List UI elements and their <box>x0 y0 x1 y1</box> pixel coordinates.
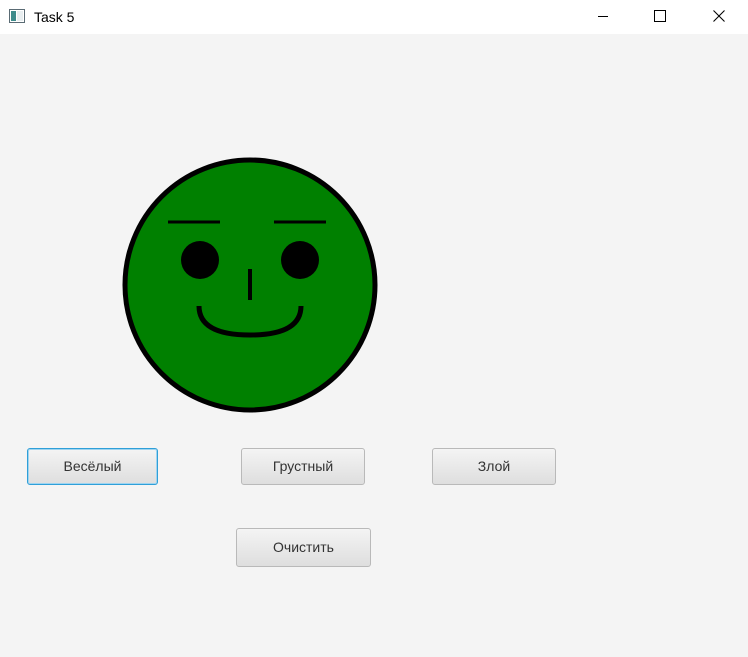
happy-button[interactable]: Весёлый <box>27 448 158 485</box>
app-window: Task 5 Весёлый Грустный Злой Очистить <box>0 0 748 657</box>
close-button[interactable] <box>696 0 742 32</box>
clear-button[interactable]: Очистить <box>236 528 371 567</box>
minimize-icon <box>598 16 608 17</box>
sad-button[interactable]: Грустный <box>241 448 365 485</box>
left-eye <box>181 241 219 279</box>
minimize-button[interactable] <box>580 0 626 32</box>
right-eye <box>281 241 319 279</box>
maximize-icon <box>654 10 666 22</box>
maximize-button[interactable] <box>637 0 683 32</box>
app-icon <box>9 9 25 23</box>
angry-button[interactable]: Злой <box>432 448 556 485</box>
close-icon <box>713 10 725 22</box>
window-title: Task 5 <box>34 9 75 25</box>
smiley-face-canvas <box>122 157 378 413</box>
title-bar: Task 5 <box>0 0 748 34</box>
